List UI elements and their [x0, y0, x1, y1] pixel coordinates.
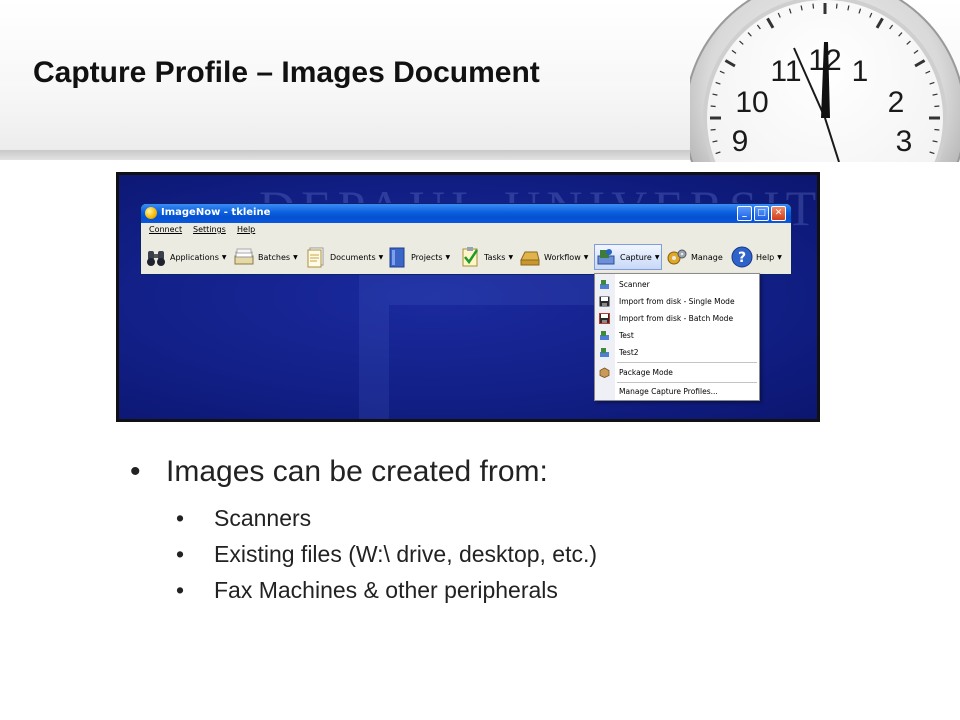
window-titlebar[interactable]: ImageNow - tkleine _ □ ✕	[141, 204, 791, 223]
chevron-down-icon: ▼	[378, 253, 384, 261]
clock-icon: 12 1 2 3 9 10 11	[690, 0, 960, 162]
menu-item-scanner[interactable]: Scanner	[595, 276, 759, 293]
toolbar-batches-button[interactable]: Batches ▼	[233, 244, 298, 270]
help-icon: ?	[731, 246, 753, 268]
clock-tick	[934, 105, 940, 108]
header-divider	[0, 150, 700, 160]
floppy-icon	[599, 296, 610, 307]
clock-numeral-3: 3	[896, 125, 913, 158]
toolbar-applications-label: Applications	[170, 252, 219, 262]
toolbar-tasks-button[interactable]: Tasks ▼	[459, 244, 513, 270]
capture-icon	[597, 249, 615, 265]
clock-numeral-9: 9	[732, 125, 749, 158]
bullet-marker: •	[176, 505, 185, 531]
toolbar-projects-button[interactable]: Projects ▼	[386, 244, 450, 270]
clock-tick	[710, 128, 716, 131]
toolbar-projects-label: Projects	[411, 252, 443, 262]
chevron-down-icon: ▼	[583, 253, 589, 261]
binoculars-icon	[147, 251, 165, 266]
projects-icon	[389, 247, 405, 268]
clock-tick	[812, 3, 815, 9]
chevron-down-icon: ▼	[445, 253, 451, 261]
clock-numeral-1: 1	[852, 55, 869, 88]
clock-image: 12 1 2 3 9 10 11	[690, 0, 960, 162]
bullet-sub-1: • Scanners	[176, 505, 311, 532]
bullet-marker: •	[130, 455, 141, 488]
bullet-sub-text: Scanners	[214, 505, 312, 531]
toolbar-manage-label: Manage	[691, 252, 723, 262]
clock-tick	[934, 128, 940, 131]
menu-item-import-batch[interactable]: Import from disk - Batch Mode	[595, 310, 759, 327]
clock-numeral-11: 11	[770, 55, 801, 88]
bullet-marker: •	[176, 577, 185, 603]
menu-item-package-mode[interactable]: Package Mode	[595, 364, 759, 381]
workflow-icon	[520, 251, 540, 266]
close-button[interactable]: ✕	[771, 206, 786, 221]
toolbar-help-label: Help	[756, 252, 775, 262]
menu-item-test[interactable]: Test	[595, 327, 759, 344]
main-toolbar: Applications ▼ Batches ▼ Documents ▼ Pro…	[141, 240, 791, 274]
bullet-sub-text: Fax Machines & other peripherals	[214, 577, 558, 603]
toolbar-capture-label: Capture	[620, 252, 652, 262]
menu-settings[interactable]: Settings	[193, 225, 226, 234]
menu-item-test2[interactable]: Test2	[595, 344, 759, 361]
tasks-icon	[462, 247, 479, 267]
chevron-down-icon: ▼	[221, 253, 227, 261]
menu-connect[interactable]: Connect	[149, 225, 182, 234]
capture-dropdown-menu: Scanner Import from disk - Single Mode I…	[594, 273, 760, 401]
menu-help[interactable]: Help	[237, 225, 255, 234]
toolbar-tasks-label: Tasks	[484, 252, 506, 262]
toolbar-workflow-label: Workflow	[544, 252, 581, 262]
chevron-down-icon: ▼	[654, 253, 660, 261]
bullet-marker: •	[176, 541, 185, 567]
menu-item-import-single[interactable]: Import from disk - Single Mode	[595, 293, 759, 310]
toolbar-documents-label: Documents	[330, 252, 376, 262]
clock-tick	[710, 105, 716, 108]
documents-icon	[307, 247, 324, 268]
svg-text:?: ?	[738, 250, 746, 266]
toolbar-capture-button[interactable]: Capture ▼	[594, 244, 663, 270]
toolbar-help-button[interactable]: ? Help ▼	[731, 244, 782, 270]
toolbar-workflow-button[interactable]: Workflow ▼	[519, 244, 588, 270]
slide-title: Capture Profile – Images Document	[33, 56, 540, 89]
bullet-main-text: Images can be created from:	[166, 455, 548, 488]
clock-numeral-10: 10	[735, 86, 768, 119]
clock-numeral-2: 2	[888, 86, 905, 119]
menu-item-manage-capture-profiles[interactable]: Manage Capture Profiles...	[595, 383, 759, 400]
application-screenshot: DEPAUL UNIVERSITY ImageNow - tkleine _ □…	[116, 172, 820, 422]
scanner-icon	[600, 331, 609, 340]
toolbar-batches-label: Batches	[258, 252, 291, 262]
minimize-button[interactable]: _	[737, 206, 752, 221]
toolbar-manage-button[interactable]: Manage	[666, 244, 723, 270]
bullet-sub-3: • Fax Machines & other peripherals	[176, 577, 558, 604]
maximize-button[interactable]: □	[754, 206, 769, 221]
toolbar-documents-button[interactable]: Documents ▼	[305, 244, 383, 270]
imagenow-window: ImageNow - tkleine _ □ ✕ Connect Setting…	[140, 203, 792, 275]
bullet-sub-text: Existing files (W:\ drive, desktop, etc.…	[214, 541, 598, 567]
batches-icon	[234, 248, 254, 265]
bullet-main: • Images can be created from:	[130, 455, 548, 489]
menu-separator	[617, 362, 757, 363]
scanner-icon	[600, 280, 609, 289]
chevron-down-icon: ▼	[293, 253, 298, 261]
clock-tick	[835, 3, 838, 9]
app-icon	[145, 207, 157, 219]
watermark-emblem	[359, 275, 619, 419]
gears-icon	[667, 249, 687, 265]
chevron-down-icon: ▼	[777, 253, 782, 261]
bullet-sub-2: • Existing files (W:\ drive, desktop, etc…	[176, 541, 597, 568]
window-title: ImageNow - tkleine	[161, 207, 271, 218]
floppy-batch-icon	[599, 313, 610, 324]
menu-bar: Connect Settings Help	[141, 223, 791, 239]
scanner-icon	[600, 348, 609, 357]
toolbar-applications-button[interactable]: Applications ▼	[145, 244, 227, 270]
package-icon	[599, 367, 610, 378]
chevron-down-icon: ▼	[508, 253, 514, 261]
